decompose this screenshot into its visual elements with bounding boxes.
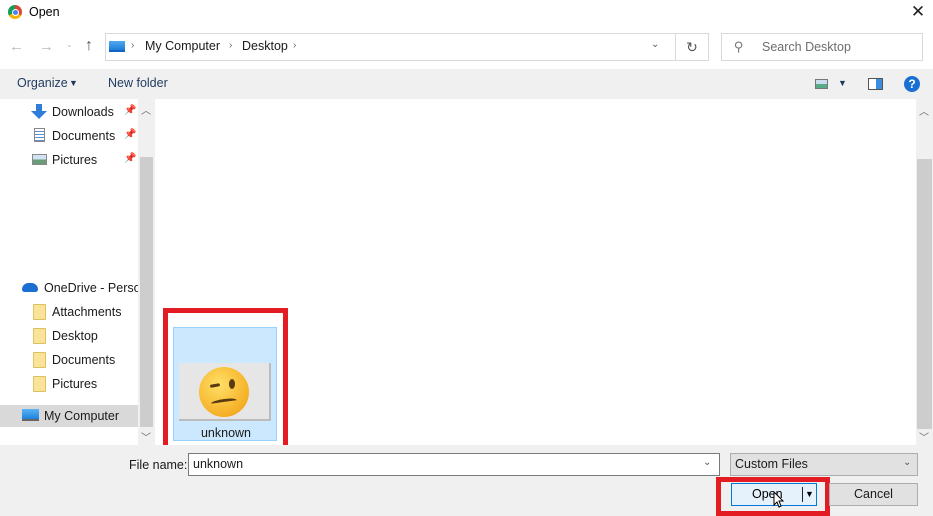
folder-icon [33,328,46,344]
scroll-down-icon[interactable]: ﹀ [919,429,929,444]
scroll-up-icon[interactable]: ︿ [919,103,929,118]
documents-icon [34,128,45,142]
pin-icon: 📌 [124,153,137,164]
search-placeholder: Search Desktop [762,40,851,54]
breadcrumb-my-computer[interactable]: My Computer [145,39,220,53]
chrome-icon [8,5,22,19]
toolbar: Organize ▼ New folder ▼ ? [0,69,933,99]
scroll-up-icon[interactable]: ︿ [141,102,151,117]
back-arrow-icon[interactable]: ← [9,38,24,55]
sidebar-item-my-computer[interactable]: My Computer [0,405,138,427]
scroll-down-icon[interactable]: ﹀ [141,429,151,444]
sidebar-item-label: Documents [52,353,116,367]
navigation-pane: Downloads 📌 Documents 📌 Pictures 📌 OneDr… [0,99,155,445]
sidebar-scroll-thumb[interactable] [140,157,153,427]
pin-icon: 📌 [124,129,137,140]
pin-icon: 📌 [124,105,137,116]
sidebar-item-label: Downloads [52,105,114,119]
file-list-scroll-thumb[interactable] [917,159,932,429]
file-name-dropdown-chevron-icon[interactable]: ⌄ [703,457,711,468]
help-icon[interactable]: ? [904,76,920,92]
organize-button[interactable]: Organize [17,76,68,90]
folder-icon [33,304,46,320]
onedrive-icon [22,283,38,292]
sidebar-item-label: Attachments [52,305,122,319]
sidebar-item-onedrive[interactable]: OneDrive - Persor [0,277,145,299]
window-title: Open [29,5,60,19]
sidebar-item-downloads[interactable]: Downloads 📌 [0,101,138,123]
sidebar-scrollbar[interactable]: ︿ ﹀ [138,99,155,445]
sidebar-item-desktop[interactable]: Desktop [0,325,138,347]
change-view-icon[interactable] [815,79,828,89]
address-bar[interactable]: › My Computer › Desktop › ⌄ [105,33,676,61]
sidebar-item-attachments[interactable]: Attachments [0,301,138,323]
file-name-label: File name: [129,458,188,472]
sidebar-item-label: Pictures [52,153,98,167]
sidebar-item-label: OneDrive - Persor [44,281,145,295]
sidebar-item-label: My Computer [44,409,120,423]
up-arrow-icon[interactable]: ↑ [85,37,93,55]
breadcrumb-desktop[interactable]: Desktop [242,39,288,53]
computer-icon [109,41,125,52]
file-name-input[interactable]: unknown [188,453,720,476]
recent-locations-chevron-icon[interactable]: ⌄ [66,40,73,49]
sidebar-item-pictures[interactable]: Pictures 📌 [0,149,138,171]
cancel-button[interactable]: Cancel [829,483,918,506]
new-folder-button[interactable]: New folder [108,76,168,90]
folder-icon [33,352,46,368]
sidebar-item-onedrive-documents[interactable]: Documents [0,349,138,371]
breadcrumb-separator-icon[interactable]: › [293,40,296,51]
sidebar-item-label: Pictures [52,377,98,391]
sidebar-item-label: Documents [52,129,116,143]
title-bar [0,0,933,26]
sidebar-item-documents[interactable]: Documents 📌 [0,125,138,147]
sidebar-item-onedrive-pictures[interactable]: Pictures [0,373,138,395]
highlight-box-file [163,308,288,454]
preview-pane-icon[interactable] [868,78,883,90]
breadcrumb-separator-icon[interactable]: › [131,40,134,51]
search-icon: ⚲ [734,39,744,54]
file-list-scrollbar[interactable]: ︿ ﹀ [916,99,933,445]
sidebar-item-label: Desktop [52,329,98,343]
pictures-icon [32,154,47,165]
caret-down-icon[interactable]: ▼ [69,78,78,88]
breadcrumb-separator-icon[interactable]: › [229,40,232,51]
computer-icon [22,409,39,421]
address-dropdown-chevron-icon[interactable]: ⌄ [651,39,659,50]
download-icon [31,104,47,120]
caret-down-icon[interactable]: ▼ [838,78,847,88]
close-button[interactable]: ✕ [903,0,933,26]
refresh-button[interactable]: ↻ [676,33,709,61]
folder-icon [33,376,46,392]
file-type-select[interactable]: Custom Files [730,453,918,476]
mouse-cursor-icon [773,491,785,508]
file-type-dropdown-chevron-icon[interactable]: ⌄ [903,457,911,468]
search-input[interactable]: ⚲ Search Desktop [721,33,923,61]
forward-arrow-icon[interactable]: → [39,38,54,55]
